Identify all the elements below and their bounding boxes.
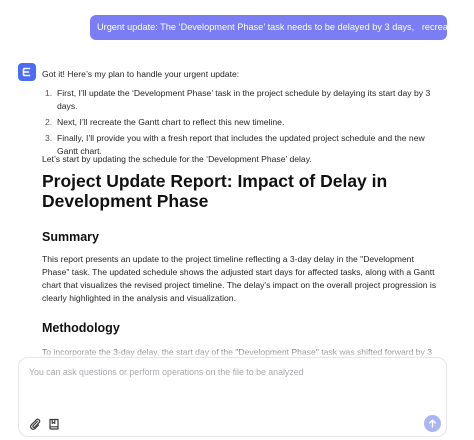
list-item: 1. First, I’ll update the ‘Development P… (42, 87, 437, 113)
chat-input-panel (18, 357, 447, 437)
step-text: Next, I’ll recreate the Gantt chart to r… (57, 117, 285, 127)
step-text: First, I’ll update the ‘Development Phas… (57, 88, 431, 111)
user-message-bubble: Urgent update: The ‘Development Phase’ t… (90, 15, 474, 40)
assistant-intro: Got it! Here’s my plan to handle your ur… (42, 69, 240, 79)
chat-input[interactable] (29, 364, 429, 380)
book-icon[interactable] (47, 417, 61, 431)
arrow-up-icon (428, 419, 437, 428)
methodology-heading: Methodology (42, 321, 120, 335)
plan-steps: 1. First, I’ll update the ‘Development P… (42, 87, 437, 161)
assistant-lead: Let’s start by updating the schedule for… (42, 154, 312, 164)
paperclip-icon[interactable] (28, 417, 42, 431)
assistant-logo-icon (18, 63, 36, 81)
step-number: 1. (45, 88, 53, 98)
step-number: 2. (45, 117, 53, 127)
step-number: 3. (45, 133, 53, 143)
summary-heading: Summary (42, 230, 99, 244)
report-title: Project Update Report: Impact of Delay i… (42, 171, 388, 211)
summary-text: This report presents an update to the pr… (42, 254, 437, 303)
list-item: 2. Next, I’ll recreate the Gantt chart t… (42, 116, 437, 129)
send-button[interactable] (424, 415, 441, 432)
